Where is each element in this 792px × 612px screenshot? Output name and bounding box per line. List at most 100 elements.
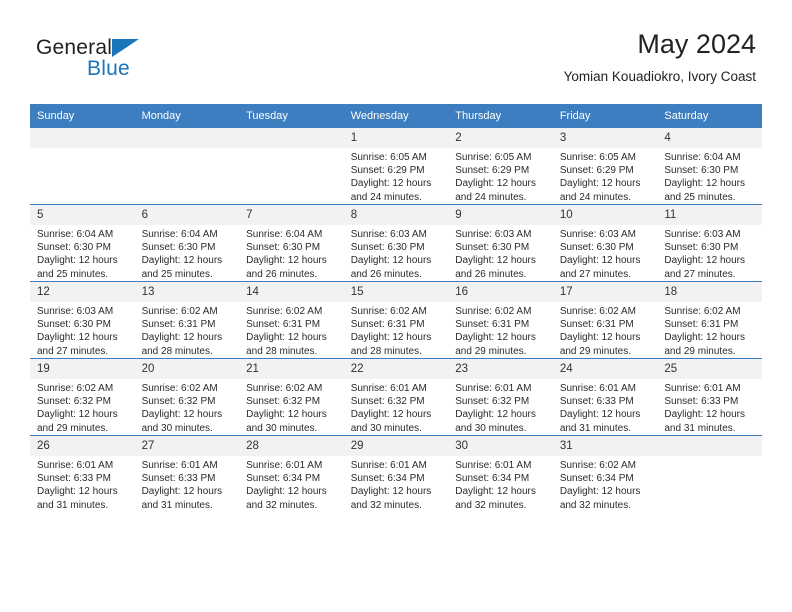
- day-sun-info: Sunrise: 6:01 AM Sunset: 6:33 PM Daylight:…: [30, 456, 135, 512]
- daylight-text-line2: and 27 minutes.: [37, 345, 109, 357]
- calendar-body: 1 Sunrise: 6:05 AM Sunset: 6:29 PM Daylight…: [30, 128, 762, 512]
- sunrise-sunset-calendar: Sunday Monday Tuesday Wednesday Thursday Frid…: [30, 104, 762, 512]
- calendar-day-cell[interactable]: 2 Sunrise: 6:05 AM Sunset: 6:29 PM Daylight…: [448, 128, 553, 205]
- sunset-text: Sunset: 6:31 PM: [350, 319, 425, 331]
- day-sun-info: Sunrise: 6:01 AM Sunset: 6:34 PM Daylight:…: [448, 456, 553, 512]
- day-sun-info: Sunrise: 6:02 AM Sunset: 6:31 PM Daylight:…: [657, 302, 762, 358]
- sunrise-text: Sunrise: 6:02 AM: [559, 306, 636, 317]
- day-sun-info: Sunrise: 6:04 AM Sunset: 6:30 PM Daylight:…: [30, 225, 135, 281]
- day-number: [239, 128, 344, 148]
- daylight-text-line2: and 31 minutes.: [141, 499, 213, 511]
- calendar-day-cell[interactable]: 17 Sunrise: 6:02 AM Sunset: 6:31 PM Dayligh…: [552, 281, 658, 359]
- sunrise-text: Sunrise: 6:05 AM: [350, 152, 427, 163]
- calendar-day-cell[interactable]: 19 Sunrise: 6:02 AM Sunset: 6:32 PM Dayligh…: [30, 358, 135, 436]
- daylight-text-line1: Daylight: 12 hours: [141, 332, 223, 344]
- day-number: 22: [343, 359, 449, 379]
- sunrise-text: Sunrise: 6:03 AM: [37, 306, 114, 317]
- daylight-text-line2: and 28 minutes.: [141, 345, 213, 357]
- day-number: 30: [448, 436, 553, 456]
- sunrise-text: Sunrise: 6:02 AM: [141, 306, 218, 317]
- calendar-day-cell[interactable]: 6 Sunrise: 6:04 AM Sunset: 6:30 PM Daylight…: [134, 204, 240, 282]
- daylight-text-line1: Daylight: 12 hours: [455, 409, 536, 421]
- calendar-week-row: 19 Sunrise: 6:02 AM Sunset: 6:32 PM Dayligh…: [30, 358, 762, 436]
- daylight-text-line1: Daylight: 12 hours: [559, 486, 641, 498]
- calendar-day-cell[interactable]: 22 Sunrise: 6:01 AM Sunset: 6:32 PM Dayligh…: [343, 358, 449, 436]
- calendar-day-cell[interactable]: 30 Sunrise: 6:01 AM Sunset: 6:34 PM Dayligh…: [448, 435, 553, 512]
- sunrise-text: Sunrise: 6:02 AM: [37, 383, 114, 394]
- daylight-text-line1: Daylight: 12 hours: [246, 409, 327, 421]
- calendar-day-cell[interactable]: 21 Sunrise: 6:02 AM Sunset: 6:32 PM Dayligh…: [239, 358, 344, 436]
- daylight-text-line2: and 25 minutes.: [37, 268, 109, 280]
- day-number: 19: [30, 359, 135, 379]
- day-number: [657, 436, 762, 456]
- day-sun-info: Sunrise: 6:03 AM Sunset: 6:30 PM Daylight:…: [448, 225, 553, 281]
- calendar-day-cell[interactable]: 24 Sunrise: 6:01 AM Sunset: 6:33 PM Dayligh…: [552, 358, 658, 436]
- sunrise-text: Sunrise: 6:01 AM: [37, 460, 114, 471]
- daylight-text-line2: and 26 minutes.: [350, 268, 422, 280]
- calendar-day-cell[interactable]: 13 Sunrise: 6:02 AM Sunset: 6:31 PM Dayligh…: [134, 281, 240, 359]
- daylight-text-line2: and 29 minutes.: [37, 422, 109, 434]
- daylight-text-line1: Daylight: 12 hours: [350, 332, 432, 344]
- calendar-day-cell[interactable]: 25 Sunrise: 6:01 AM Sunset: 6:33 PM Dayligh…: [657, 358, 762, 436]
- day-number: 3: [552, 128, 658, 148]
- calendar-day-cell[interactable]: 7 Sunrise: 6:04 AM Sunset: 6:30 PM Daylight…: [239, 204, 344, 282]
- sunset-text: Sunset: 6:30 PM: [350, 242, 425, 254]
- sunrise-text: Sunrise: 6:02 AM: [246, 306, 323, 317]
- sunset-text: Sunset: 6:30 PM: [664, 242, 739, 254]
- calendar-day-cell[interactable]: 5 Sunrise: 6:04 AM Sunset: 6:30 PM Daylight…: [30, 204, 135, 282]
- daylight-text-line1: Daylight: 12 hours: [455, 486, 536, 498]
- calendar-day-cell[interactable]: 27 Sunrise: 6:01 AM Sunset: 6:33 PM Dayligh…: [134, 435, 240, 512]
- calendar-day-cell[interactable]: 16 Sunrise: 6:02 AM Sunset: 6:31 PM Dayligh…: [448, 281, 553, 359]
- day-sun-info: Sunrise: 6:01 AM Sunset: 6:33 PM Daylight:…: [135, 456, 240, 512]
- daylight-text-line2: and 24 minutes.: [559, 191, 631, 203]
- daylight-text-line1: Daylight: 12 hours: [350, 255, 432, 267]
- day-sun-info: Sunrise: 6:03 AM Sunset: 6:30 PM Daylight:…: [30, 302, 135, 358]
- calendar-day-cell[interactable]: 29 Sunrise: 6:01 AM Sunset: 6:34 PM Dayligh…: [343, 435, 449, 512]
- daylight-text-line1: Daylight: 12 hours: [246, 255, 327, 267]
- sunset-text: Sunset: 6:34 PM: [455, 473, 530, 485]
- calendar-day-cell[interactable]: 8 Sunrise: 6:03 AM Sunset: 6:30 PM Daylight…: [343, 204, 449, 282]
- weekday-header-tuesday: Tuesday: [239, 104, 344, 128]
- weekday-header-thursday: Thursday: [448, 104, 553, 128]
- daylight-text-line2: and 27 minutes.: [664, 268, 736, 280]
- calendar-day-cell[interactable]: 23 Sunrise: 6:01 AM Sunset: 6:32 PM Dayligh…: [448, 358, 553, 436]
- sunrise-text: Sunrise: 6:01 AM: [455, 383, 532, 394]
- daylight-text-line1: Daylight: 12 hours: [559, 332, 641, 344]
- calendar-day-cell[interactable]: 10 Sunrise: 6:03 AM Sunset: 6:30 PM Dayligh…: [552, 204, 658, 282]
- day-number: 31: [552, 436, 658, 456]
- daylight-text-line2: and 29 minutes.: [455, 345, 527, 357]
- day-sun-info: Sunrise: 6:01 AM Sunset: 6:34 PM Daylight:…: [344, 456, 449, 512]
- daylight-text-line2: and 30 minutes.: [141, 422, 213, 434]
- day-number: 9: [448, 205, 553, 225]
- day-sun-info: Sunrise: 6:01 AM Sunset: 6:33 PM Daylight:…: [553, 379, 658, 435]
- day-number: 5: [30, 205, 135, 225]
- calendar-day-cell[interactable]: 15 Sunrise: 6:02 AM Sunset: 6:31 PM Dayligh…: [343, 281, 449, 359]
- calendar-day-cell[interactable]: 20 Sunrise: 6:02 AM Sunset: 6:32 PM Dayligh…: [134, 358, 240, 436]
- page-title: May 2024: [637, 29, 756, 59]
- generalblue-logo[interactable]: General Blue: [36, 36, 216, 84]
- daylight-text-line2: and 24 minutes.: [455, 191, 527, 203]
- calendar-day-cell[interactable]: 28 Sunrise: 6:01 AM Sunset: 6:34 PM Dayligh…: [239, 435, 344, 512]
- calendar-day-cell[interactable]: 4 Sunrise: 6:04 AM Sunset: 6:30 PM Daylight…: [657, 128, 762, 205]
- calendar-day-cell[interactable]: 11 Sunrise: 6:03 AM Sunset: 6:30 PM Dayligh…: [657, 204, 762, 282]
- daylight-text-line2: and 32 minutes.: [350, 499, 422, 511]
- day-number: 14: [239, 282, 344, 302]
- day-number: 17: [552, 282, 658, 302]
- calendar-day-cell[interactable]: 1 Sunrise: 6:05 AM Sunset: 6:29 PM Daylight…: [343, 128, 449, 205]
- calendar-day-cell[interactable]: 18 Sunrise: 6:02 AM Sunset: 6:31 PM Dayligh…: [657, 281, 762, 359]
- daylight-text-line1: Daylight: 12 hours: [664, 178, 745, 190]
- calendar-day-cell[interactable]: 12 Sunrise: 6:03 AM Sunset: 6:30 PM Dayligh…: [30, 281, 135, 359]
- calendar-day-cell[interactable]: 14 Sunrise: 6:02 AM Sunset: 6:31 PM Dayligh…: [239, 281, 344, 359]
- calendar-day-cell[interactable]: 31 Sunrise: 6:02 AM Sunset: 6:34 PM Dayligh…: [552, 435, 658, 512]
- day-sun-info: Sunrise: 6:04 AM Sunset: 6:30 PM Daylight:…: [135, 225, 240, 281]
- calendar-day-cell[interactable]: 26 Sunrise: 6:01 AM Sunset: 6:33 PM Dayligh…: [30, 435, 135, 512]
- sunrise-text: Sunrise: 6:01 AM: [559, 383, 636, 394]
- calendar-day-cell[interactable]: 9 Sunrise: 6:03 AM Sunset: 6:30 PM Daylight…: [448, 204, 553, 282]
- sunset-text: Sunset: 6:32 PM: [37, 396, 111, 408]
- day-number: [30, 128, 135, 148]
- weekday-header-sunday: Sunday: [30, 104, 135, 128]
- calendar-day-cell[interactable]: 3 Sunrise: 6:05 AM Sunset: 6:29 PM Daylight…: [552, 128, 658, 205]
- day-sun-info: Sunrise: 6:01 AM Sunset: 6:33 PM Daylight:…: [657, 379, 762, 435]
- sunset-text: Sunset: 6:30 PM: [664, 165, 739, 177]
- daylight-text-line2: and 29 minutes.: [559, 345, 631, 357]
